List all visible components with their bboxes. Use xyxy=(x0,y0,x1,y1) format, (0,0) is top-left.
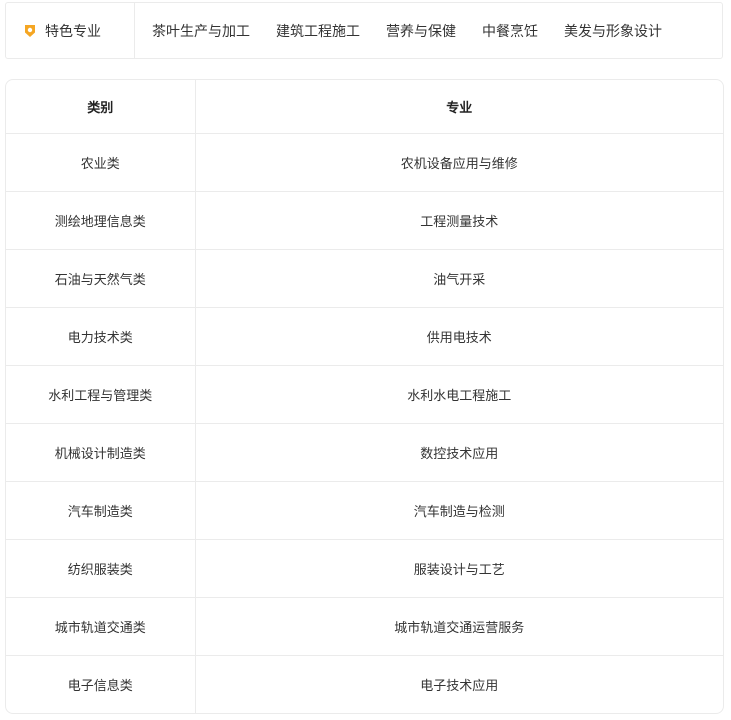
category-cell: 测绘地理信息类 xyxy=(6,191,195,250)
category-cell: 纺织服装类 xyxy=(6,539,195,598)
category-cell: 电力技术类 xyxy=(6,307,195,366)
majors-table-container: 类别 专业 农业类 农机设备应用与维修 测绘地理信息类 工程测量技术 石油与天然… xyxy=(5,79,724,714)
nav-item-hairdressing[interactable]: 美发与形象设计 xyxy=(564,21,662,41)
table-row: 电力技术类 供用电技术 xyxy=(6,307,723,366)
major-cell: 服装设计与工艺 xyxy=(194,539,723,598)
majors-nav: 茶叶生产与加工 建筑工程施工 营养与保健 中餐烹饪 美发与形象设计 xyxy=(135,21,688,41)
table-row: 城市轨道交通类 城市轨道交通运营服务 xyxy=(6,597,723,656)
major-cell: 数控技术应用 xyxy=(194,423,723,482)
major-cell: 供用电技术 xyxy=(194,307,723,366)
majors-table: 类别 专业 农业类 农机设备应用与维修 测绘地理信息类 工程测量技术 石油与天然… xyxy=(6,80,723,713)
featured-majors-bar: 特色专业 茶叶生产与加工 建筑工程施工 营养与保健 中餐烹饪 美发与形象设计 xyxy=(5,2,723,59)
category-cell: 汽车制造类 xyxy=(6,481,195,540)
nav-item-chinese-cuisine[interactable]: 中餐烹饪 xyxy=(482,21,538,41)
table-row: 石油与天然气类 油气开采 xyxy=(6,249,723,308)
category-cell: 城市轨道交通类 xyxy=(6,597,195,656)
category-cell: 机械设计制造类 xyxy=(6,423,195,482)
nav-item-nutrition[interactable]: 营养与保健 xyxy=(386,21,456,41)
major-cell: 城市轨道交通运营服务 xyxy=(194,597,723,656)
major-cell: 电子技术应用 xyxy=(194,655,723,713)
featured-majors-label: 特色专业 xyxy=(45,23,101,40)
major-cell: 农机设备应用与维修 xyxy=(194,133,723,192)
badge-icon xyxy=(25,24,35,37)
table-row: 农业类 农机设备应用与维修 xyxy=(6,133,723,192)
major-cell: 油气开采 xyxy=(194,249,723,308)
table-header-row: 类别 专业 xyxy=(6,80,723,134)
table-row: 机械设计制造类 数控技术应用 xyxy=(6,423,723,482)
header-category: 类别 xyxy=(6,80,195,134)
table-row: 水利工程与管理类 水利水电工程施工 xyxy=(6,365,723,424)
table-row: 电子信息类 电子技术应用 xyxy=(6,655,723,713)
category-cell: 农业类 xyxy=(6,133,195,192)
category-cell: 水利工程与管理类 xyxy=(6,365,195,424)
category-cell: 电子信息类 xyxy=(67,679,133,694)
nav-item-tea[interactable]: 茶叶生产与加工 xyxy=(152,21,250,41)
table-row: 纺织服装类 服装设计与工艺 xyxy=(6,539,723,598)
major-cell: 水利水电工程施工 xyxy=(194,365,723,424)
header-major: 专业 xyxy=(194,80,723,134)
major-cell: 工程测量技术 xyxy=(194,191,723,250)
category-cell: 石油与天然气类 xyxy=(6,249,195,308)
table-row: 测绘地理信息类 工程测量技术 xyxy=(6,191,723,250)
featured-majors-title: 特色专业 xyxy=(6,3,135,58)
nav-item-construction[interactable]: 建筑工程施工 xyxy=(276,21,360,41)
table-row: 汽车制造类 汽车制造与检测 xyxy=(6,481,723,540)
major-cell: 汽车制造与检测 xyxy=(194,481,723,540)
